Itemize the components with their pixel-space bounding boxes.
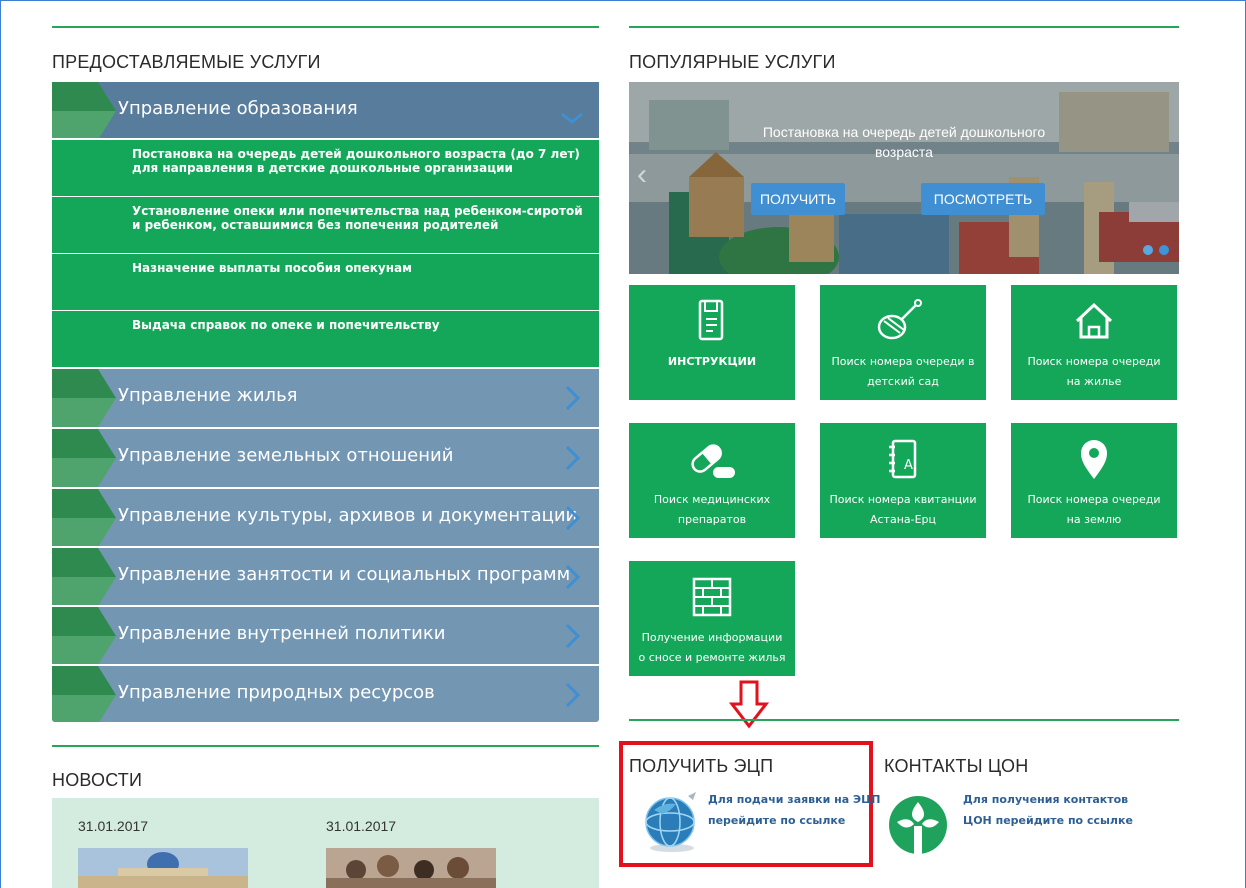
tile-housing-queue[interactable]: Поиск номера очереди на жилье [1011, 285, 1177, 400]
tile-label-line: препаратов [677, 513, 747, 526]
service-link-line: Установление опеки или попечительства на… [132, 204, 583, 218]
kindergarten-photo [629, 82, 1179, 274]
slide-caption: Постановка на очередь детей дошкольного … [739, 122, 1069, 162]
news-image[interactable] [326, 848, 496, 888]
pills-icon [691, 444, 735, 478]
notebook-icon: A [889, 439, 917, 479]
accordion-group-label: Управление культуры, архивов и документа… [118, 505, 578, 526]
accordion-group-label: Управление земельных отношений [118, 445, 454, 466]
popular-title: ПОПУЛЯРНЫЕ УСЛУГИ [629, 52, 836, 72]
con-logo-icon [889, 796, 947, 854]
tile-receipt-search[interactable]: A Поиск номера квитанции Астана-Ерц [820, 423, 986, 538]
tile-label: Поиск номера очереди на жилье [1013, 352, 1175, 392]
tile-label-line: Поиск номера квитанции [829, 493, 977, 506]
globe-icon [645, 792, 696, 852]
tile-label-line: Астана-Ерц [869, 513, 937, 526]
tile-label: ИНСТРУКЦИИ [631, 352, 793, 372]
accordion-group-label: Управление жилья [118, 385, 298, 406]
chevron-right-icon [565, 682, 581, 708]
accordion-group-housing[interactable]: Управление жилья [52, 369, 599, 429]
accordion-group-education[interactable]: Управление образования [52, 82, 599, 140]
slider-prev-arrow[interactable]: ‹ [637, 158, 647, 192]
section-rule [52, 26, 599, 28]
service-link[interactable]: Установление опеки или попечительства на… [52, 197, 599, 254]
tile-label-line: детский сад [867, 375, 939, 388]
slider-dot[interactable] [1143, 245, 1153, 255]
chevron-right-icon [565, 623, 581, 649]
tile-instructions[interactable]: ИНСТРУКЦИИ [629, 285, 795, 400]
accordion-group-culture[interactable]: Управление культуры, архивов и документа… [52, 489, 599, 548]
slide-caption-line: Постановка на очередь детей дошкольного [762, 124, 1046, 140]
service-link-line: Постановка на очередь детей дошкольного … [132, 147, 580, 161]
tile-label: Поиск номера очереди в детский сад [822, 352, 984, 392]
accordion-group-internal-policy[interactable]: Управление внутренней политики [52, 607, 599, 666]
news-title: НОВОСТИ [52, 770, 143, 790]
tile-label: Получение информации о сносе и ремонте ж… [631, 628, 793, 668]
service-link-line: Выдача справок по опеке и попечительству [132, 318, 440, 332]
tile-land-queue[interactable]: Поиск номера очереди на землю [1011, 423, 1177, 538]
tile-label-line: Поиск номера очереди [1027, 493, 1161, 506]
accordion-group-label: Управление природных ресурсов [118, 682, 435, 703]
news-image[interactable] [78, 848, 248, 888]
service-link-line: и ребенком, оставшимися без попечения ро… [132, 218, 499, 232]
contacts-title: КОНТАКТЫ ЦОН [884, 756, 1029, 776]
tile-kindergarten-queue[interactable]: Поиск номера очереди в детский сад [820, 285, 986, 400]
popular-slider[interactable]: ‹ Постановка на очередь детей дошкольног… [629, 82, 1179, 274]
contacts-link[interactable]: Для получения контактов ЦОН перейдите по… [963, 789, 1133, 831]
accordion-group-employment[interactable]: Управление занятости и социальных програ… [52, 548, 599, 607]
tile-label-line: Поиск номера очереди [1027, 355, 1161, 368]
section-rule [629, 26, 1179, 28]
chevron-right-icon [565, 564, 581, 590]
chevron-right-icon [565, 445, 581, 471]
accordion-group-label: Управление занятости и социальных програ… [118, 564, 571, 585]
chevron-right-icon [565, 385, 581, 411]
accordion-group-natural-resources[interactable]: Управление природных ресурсов [52, 666, 599, 722]
tile-label-line: Получение информации [641, 631, 783, 644]
ecp-title: ПОЛУЧИТЬ ЭЦП [629, 756, 774, 776]
house-icon [1075, 302, 1113, 339]
accordion-group-label: Управление образования [118, 98, 358, 119]
brick-wall-icon [692, 577, 732, 617]
accordion-group-label: Управление внутренней политики [118, 623, 446, 644]
tile-label: Поиск номера очереди на землю [1013, 490, 1175, 530]
arrow-down-icon [729, 680, 769, 729]
news-date: 31.01.2017 [78, 818, 149, 834]
tile-label-line: на землю [1066, 513, 1122, 526]
service-link-line: Назначение выплаты пособия опекунам [132, 261, 412, 275]
tile-label-line: Поиск номера очереди в [831, 355, 975, 368]
chevron-down-icon [561, 112, 583, 124]
tile-label-line: Поиск медицинских [653, 493, 771, 506]
services-accordion: Управление образования Постановка на оче… [52, 82, 599, 722]
notebook-icon-letter: A [904, 458, 913, 473]
slider-dot-active[interactable] [1159, 245, 1169, 255]
ecp-link[interactable]: Для подачи заявки на ЭЦП перейдите по сс… [708, 789, 880, 831]
ecp-link-line: Для подачи заявки на ЭЦП [708, 793, 881, 806]
contacts-link-line: ЦОН перейдите по ссылке [963, 814, 1133, 827]
services-title: ПРЕДОСТАВЛЯЕМЫЕ УСЛУГИ [52, 52, 321, 72]
contacts-link-line: Для получения контактов [963, 793, 1129, 806]
tile-medicines[interactable]: Поиск медицинских препаратов [629, 423, 795, 538]
slide-caption-line: возраста [875, 144, 933, 160]
news-date: 31.01.2017 [326, 818, 397, 834]
get-button[interactable]: ПОЛУЧИТЬ [751, 183, 845, 215]
accordion-group-land[interactable]: Управление земельных отношений [52, 429, 599, 489]
service-link[interactable]: Постановка на очередь детей дошкольного … [52, 140, 599, 197]
chevron-right-icon [565, 505, 581, 531]
service-link-line: для направления в детские дошкольные орг… [132, 161, 513, 175]
tile-label-line: о сносе и ремонте жилья [638, 651, 786, 664]
section-rule [629, 719, 1179, 721]
tile-label-line: на жилье [1066, 375, 1122, 388]
service-link[interactable]: Выдача справок по опеке и попечительству [52, 311, 599, 369]
tile-label-line: ИНСТРУКЦИИ [667, 355, 757, 368]
tile-label: Поиск медицинских препаратов [631, 490, 793, 530]
book-icon [698, 299, 724, 341]
rattle-icon [877, 299, 922, 340]
service-link[interactable]: Назначение выплаты пособия опекунам [52, 254, 599, 311]
location-pin-icon [1081, 440, 1107, 479]
view-button[interactable]: ПОСМОТРЕТЬ [921, 183, 1045, 215]
ecp-link-line: перейдите по ссылке [708, 814, 846, 827]
tile-demolition-info[interactable]: Получение информации о сносе и ремонте ж… [629, 561, 795, 676]
section-rule [52, 745, 599, 747]
tile-label: Поиск номера квитанции Астана-Ерц [822, 490, 984, 530]
